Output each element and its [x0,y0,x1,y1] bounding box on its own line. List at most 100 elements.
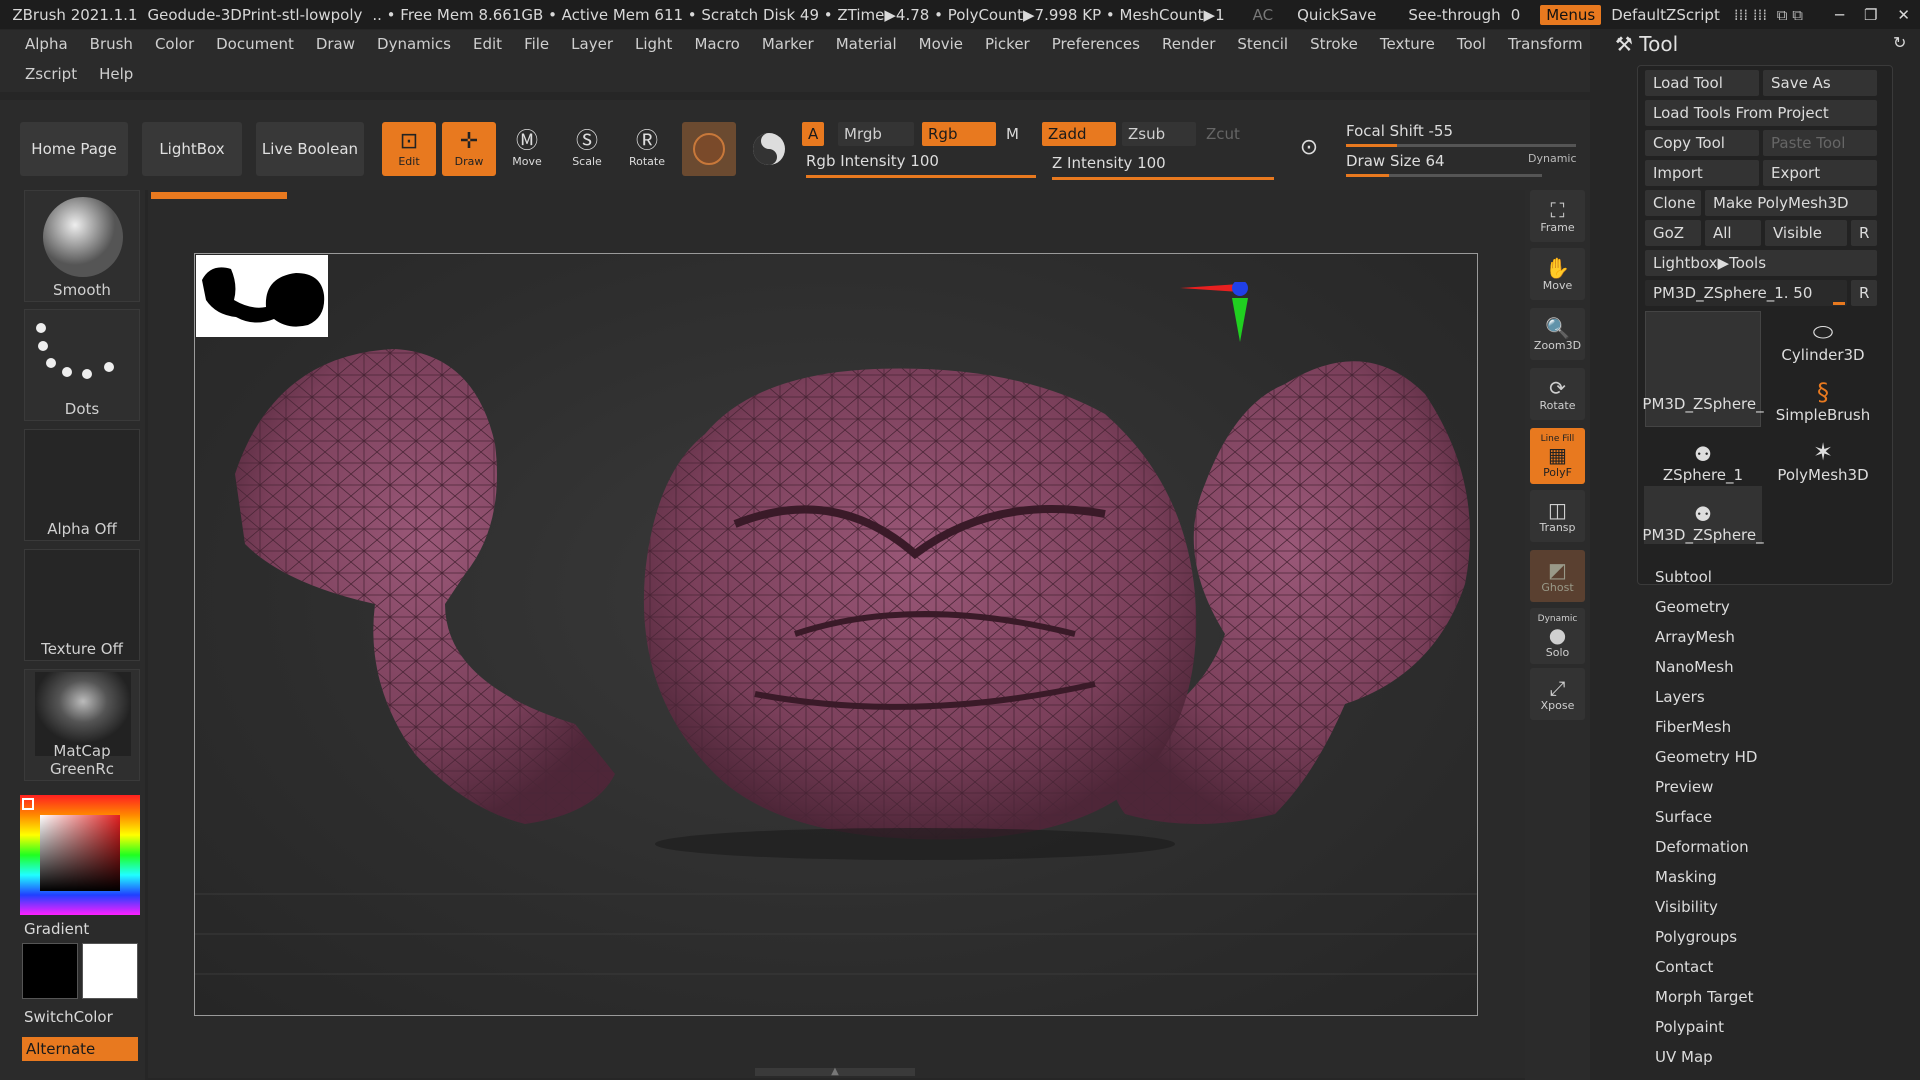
seethrough-value[interactable]: 0 [1511,6,1521,24]
seethrough-label[interactable]: See-through [1408,6,1500,24]
zoom3d-button[interactable]: 🔍 Zoom3D [1530,308,1585,360]
tool-thumb-polymesh3d[interactable]: ✶ PolyMesh3D [1764,426,1882,484]
solo-button[interactable]: Dynamic ● Solo [1530,608,1585,664]
tool-thumb-pm3d-2[interactable]: ⚉ PM3D_ZSphere_ [1642,486,1764,544]
dynamic-toggle[interactable]: Dynamic [1528,152,1577,165]
menu-movie[interactable]: Movie [919,35,963,53]
menu-layer[interactable]: Layer [571,35,613,53]
subpalette-fibermesh[interactable]: FiberMesh [1655,718,1731,736]
rotate-view-button[interactable]: ⟳ Rotate [1530,368,1585,420]
zadd-toggle[interactable]: Zadd [1042,122,1116,146]
polyframe-button[interactable]: Line Fill ▦ PolyF [1530,428,1585,484]
layout-icons[interactable]: ⁞⁞⁞ ⁞⁞⁞ ⧉ ⧉ [1734,6,1803,24]
tool-thumb-cylinder3d[interactable]: ⬭ Cylinder3D [1764,306,1882,364]
ghost-button[interactable]: ◩ Ghost [1530,550,1585,602]
menu-alpha[interactable]: Alpha [25,35,68,53]
subpalette-polypaint[interactable]: Polypaint [1655,1018,1724,1036]
subpalette-subtool[interactable]: Subtool [1655,568,1712,586]
focal-shift-slider[interactable] [1346,144,1576,147]
material-swatch-button[interactable] [682,122,736,176]
menu-zscript[interactable]: Zscript [25,65,77,83]
tool-thumb-pm3d-1[interactable]: PM3D_ZSphere_ [1642,355,1763,413]
a-toggle[interactable]: A [802,122,825,146]
menu-light[interactable]: Light [635,35,672,53]
menus-toggle[interactable]: Menus [1540,4,1602,25]
primary-color-swatch[interactable] [22,943,78,999]
m-toggle[interactable]: M [1000,122,1025,146]
stroke-selector[interactable]: Dots [24,309,140,421]
menu-stencil[interactable]: Stencil [1237,35,1288,53]
secondary-color-swatch[interactable] [82,943,138,999]
copy-tool-button[interactable]: Copy Tool [1645,130,1759,156]
subpalette-masking[interactable]: Masking [1655,868,1717,886]
tool-thumb-simplebrush[interactable]: § SimpleBrush [1764,366,1882,424]
scale-mode-button[interactable]: Ⓢ Scale [560,122,614,176]
clone-button[interactable]: Clone [1645,190,1701,216]
color-sphere-button[interactable] [742,122,796,176]
load-tool-button[interactable]: Load Tool [1645,70,1759,96]
subpalette-contact[interactable]: Contact [1655,958,1713,976]
live-boolean-button[interactable]: Live Boolean [256,122,364,176]
menu-transform[interactable]: Transform [1508,35,1583,53]
quicksave-button[interactable]: QuickSave [1297,6,1376,24]
menu-color[interactable]: Color [155,35,194,53]
subpalette-nanomesh[interactable]: NanoMesh [1655,658,1734,676]
transp-button[interactable]: ◫ Transp [1530,490,1585,542]
menu-marker[interactable]: Marker [762,35,814,53]
draw-mode-button[interactable]: ✛ Draw [442,122,496,176]
menu-material[interactable]: Material [836,35,897,53]
menu-texture[interactable]: Texture [1380,35,1435,53]
menu-render[interactable]: Render [1162,35,1215,53]
default-zscript-button[interactable]: DefaultZScript [1611,6,1720,24]
switchcolor-button[interactable]: SwitchColor [24,1008,113,1026]
current-tool-r-button[interactable]: R [1851,280,1877,306]
subpalette-geometry-hd[interactable]: Geometry HD [1655,748,1757,766]
home-page-button[interactable]: Home Page [20,122,128,176]
alpha-selector[interactable]: Alpha Off [24,429,140,541]
3d-mesh-model[interactable] [195,254,1478,1016]
paste-tool-button[interactable]: Paste Tool [1763,130,1877,156]
menu-picker[interactable]: Picker [985,35,1030,53]
lightbox-tools-button[interactable]: Lightbox▶Tools [1645,250,1877,276]
menu-file[interactable]: File [524,35,549,53]
texture-selector[interactable]: Texture Off [24,549,140,661]
menu-preferences[interactable]: Preferences [1052,35,1140,53]
subpalette-uv-map[interactable]: UV Map [1655,1048,1713,1066]
goz-visible-button[interactable]: Visible [1765,220,1847,246]
subpalette-geometry[interactable]: Geometry [1655,598,1730,616]
frame-button[interactable]: ⛶ Frame [1530,190,1585,242]
alternate-button[interactable]: Alternate [22,1037,138,1061]
subpalette-arraymesh[interactable]: ArrayMesh [1655,628,1735,646]
color-picker[interactable] [20,795,140,915]
subpalette-polygroups[interactable]: Polygroups [1655,928,1737,946]
subpalette-visibility[interactable]: Visibility [1655,898,1718,916]
navigator-thumbnail[interactable] [196,255,328,337]
menu-help[interactable]: Help [99,65,133,83]
current-tool-slider[interactable]: PM3D_ZSphere_1. 50 [1645,280,1847,306]
subpalette-preview[interactable]: Preview [1655,778,1713,796]
menu-brush[interactable]: Brush [90,35,133,53]
xpose-button[interactable]: ⤢ Xpose [1530,668,1585,720]
rgb-intensity-label[interactable]: Rgb Intensity 100 [806,152,939,170]
import-button[interactable]: Import [1645,160,1759,186]
lazy-mouse-button[interactable]: ⊙ [1282,122,1336,176]
draw-size-label[interactable]: Draw Size 64 [1346,152,1445,170]
subpalette-deformation[interactable]: Deformation [1655,838,1749,856]
save-as-button[interactable]: Save As [1763,70,1877,96]
menu-edit[interactable]: Edit [473,35,502,53]
rgb-intensity-slider[interactable] [806,175,1036,178]
document-viewport[interactable] [194,253,1478,1016]
goz-button[interactable]: GoZ [1645,220,1701,246]
menu-dynamics[interactable]: Dynamics [377,35,451,53]
subpalette-morph-target[interactable]: Morph Target [1655,988,1754,1006]
brush-selector[interactable]: Smooth [24,190,140,302]
rotate-mode-button[interactable]: Ⓡ Rotate [620,122,674,176]
make-polymesh3d-button[interactable]: Make PolyMesh3D [1705,190,1877,216]
edit-mode-button[interactable]: ⊡ Edit [382,122,436,176]
load-tools-from-project-button[interactable]: Load Tools From Project [1645,100,1877,126]
move-view-button[interactable]: ✋ Move [1530,248,1585,300]
goz-r-button[interactable]: R [1851,220,1877,246]
close-icon[interactable]: ✕ [1897,6,1910,24]
mrgb-toggle[interactable]: Mrgb [838,122,914,146]
tool-thumb-zsphere1[interactable]: ⚉ ZSphere_1 [1644,426,1762,484]
